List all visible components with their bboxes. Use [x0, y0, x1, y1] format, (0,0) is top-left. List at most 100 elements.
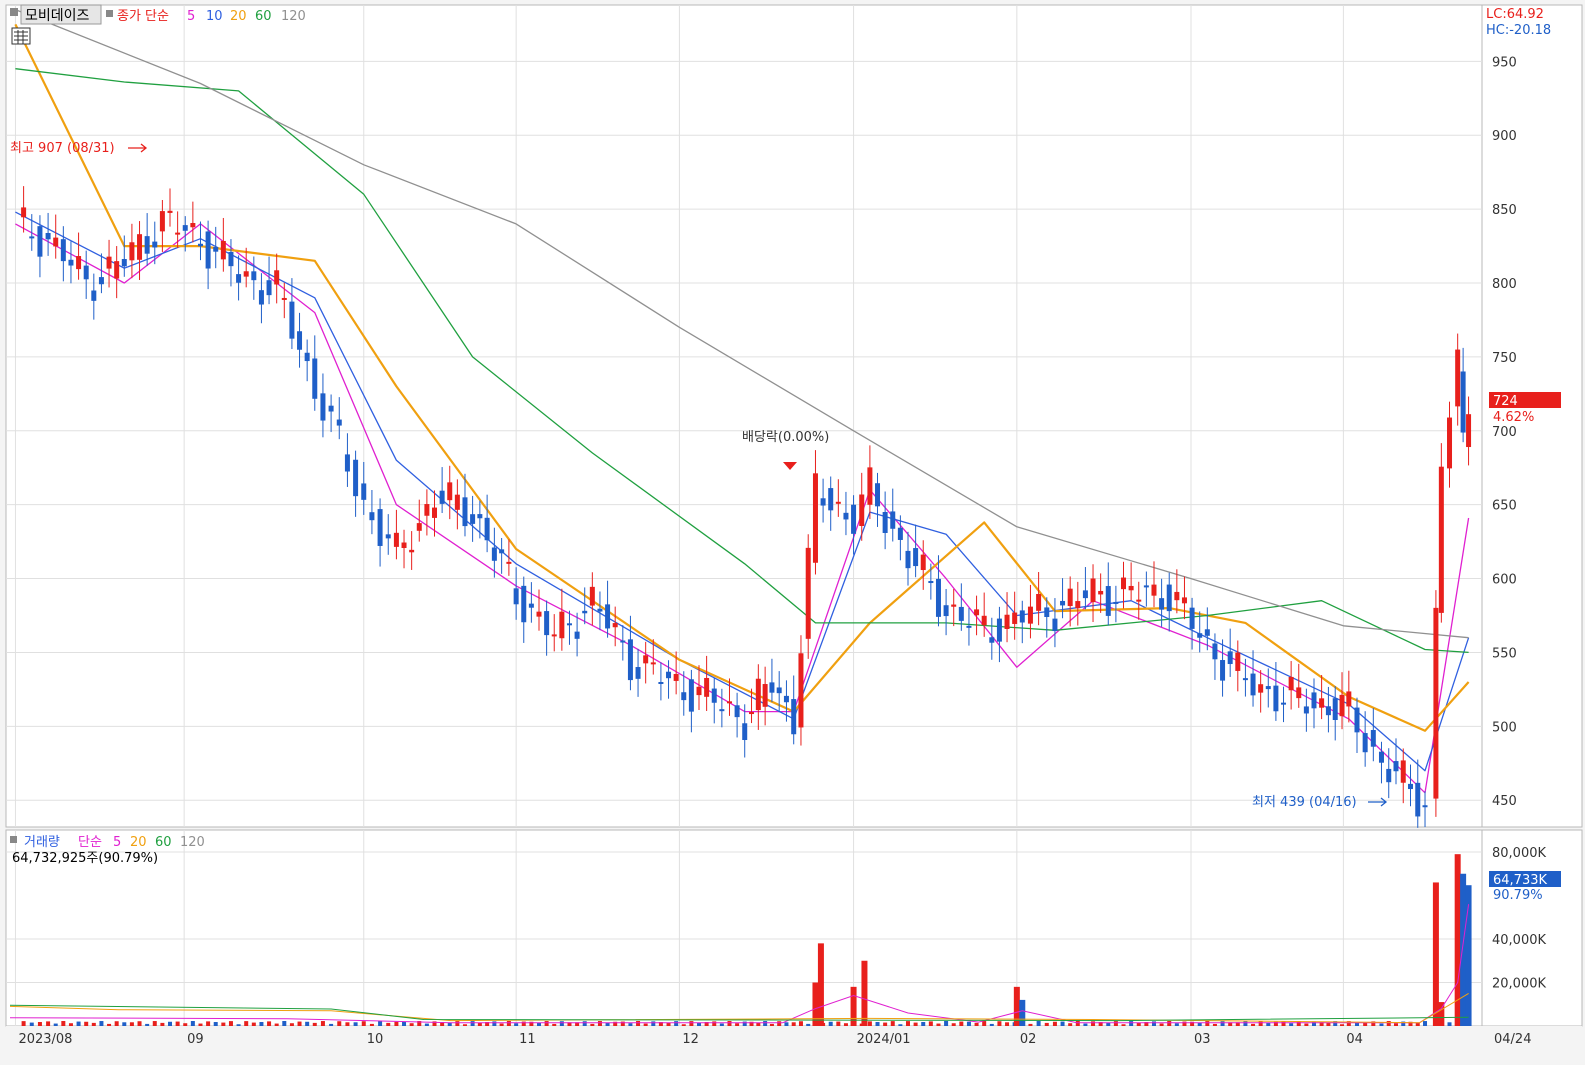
- volume-bar: [107, 1023, 112, 1026]
- candle-body: [935, 578, 941, 617]
- candle-body: [68, 259, 74, 266]
- volume-bar: [756, 1022, 761, 1026]
- candle-body: [197, 243, 203, 247]
- vol-legend-ma5: 5: [113, 835, 121, 850]
- candle-body: [462, 497, 468, 527]
- candle-body: [98, 277, 104, 285]
- candle-body: [297, 331, 303, 350]
- candle-body: [1174, 591, 1180, 601]
- volume-bar: [455, 1021, 460, 1026]
- candle-body: [167, 210, 173, 213]
- volume-tick-label: 80,000K: [1492, 846, 1546, 861]
- candle-body: [251, 271, 257, 281]
- volume-bar: [53, 1023, 58, 1026]
- volume-bar: [221, 1022, 226, 1026]
- volume-bar: [651, 1021, 656, 1026]
- volume-bar: [905, 1021, 910, 1026]
- candle-body: [1220, 660, 1226, 681]
- date-tick-label: 2024/01: [857, 1032, 911, 1047]
- volume-bar: [84, 1021, 89, 1026]
- candle-body: [913, 548, 919, 567]
- volume-bar: [213, 1022, 218, 1026]
- candle-body: [353, 459, 359, 497]
- volume-bar: [966, 1021, 971, 1026]
- candle-body: [1159, 598, 1165, 610]
- candle-body: [1447, 417, 1453, 469]
- volume-bar: [394, 1021, 399, 1026]
- volume-bar: [843, 1023, 848, 1026]
- volume-bar: [689, 1021, 694, 1026]
- volume-tick-label: 40,000K: [1492, 933, 1546, 948]
- candle-body: [37, 226, 43, 257]
- volume-bar: [1197, 1022, 1202, 1026]
- candle-body: [1273, 685, 1279, 712]
- candle-body: [1258, 684, 1264, 693]
- volume-bar: [402, 1021, 407, 1026]
- candle-body: [851, 504, 857, 534]
- candle-body: [749, 712, 755, 715]
- candle-body: [1438, 466, 1444, 613]
- volume-bar: [1243, 1021, 1248, 1026]
- candle-body: [182, 225, 188, 231]
- volume-bar: [1083, 1023, 1088, 1026]
- volume-bar: [76, 1021, 81, 1026]
- date-tick-label: 02: [1020, 1032, 1037, 1047]
- volume-bar: [1167, 1021, 1172, 1026]
- candle-body: [454, 494, 460, 510]
- legend-ma10: 10: [206, 9, 223, 24]
- candle-body: [1067, 588, 1073, 607]
- date-tick-label: 04: [1346, 1032, 1363, 1047]
- volume-bar: [206, 1021, 211, 1026]
- price-tick-label: 800: [1492, 277, 1517, 292]
- legend-marker: [10, 8, 18, 16]
- candle-body: [220, 240, 226, 260]
- candle-body: [1204, 629, 1210, 636]
- volume-bar: [806, 1023, 811, 1026]
- candle-body: [1362, 733, 1368, 753]
- legend-ma60: 60: [255, 9, 272, 24]
- volume-bar: [29, 1022, 34, 1026]
- candle-body: [1422, 805, 1428, 808]
- volume-bar: [91, 1022, 96, 1026]
- volume-bar: [719, 1023, 724, 1026]
- candle-body: [513, 588, 519, 605]
- candle-body: [289, 301, 295, 339]
- candle-body: [1354, 707, 1360, 733]
- candle-body: [1036, 593, 1042, 611]
- volume-bar: [1174, 1023, 1179, 1026]
- price-tick-label: 550: [1492, 646, 1517, 661]
- candle-body: [574, 631, 580, 639]
- volume-panel[interactable]: [5, 829, 1483, 1027]
- vol-legend-ma120: 120: [180, 835, 205, 850]
- candle-body: [1408, 783, 1414, 790]
- volume-bar: [1052, 1021, 1057, 1026]
- candle-body: [106, 256, 112, 269]
- candle-body: [536, 611, 542, 617]
- candle-body: [432, 507, 438, 518]
- volume-bar: [681, 1024, 686, 1026]
- volume-bar: [312, 1022, 317, 1026]
- volume-bar: [812, 982, 819, 1026]
- volume-bar: [259, 1022, 264, 1026]
- lc-value: LC:64.92: [1486, 7, 1544, 22]
- candle-body: [769, 682, 775, 693]
- candle-body: [1235, 652, 1241, 671]
- volume-bar: [1028, 1023, 1033, 1026]
- candle-body: [928, 581, 934, 584]
- candle-body: [29, 236, 35, 239]
- volume-bar: [320, 1021, 325, 1026]
- vol-legend-ma60: 60: [155, 835, 172, 850]
- candle-body: [711, 688, 717, 703]
- candle-body: [175, 232, 181, 235]
- current-volume-change: 90.79%: [1493, 888, 1543, 903]
- candle-body: [243, 271, 249, 277]
- volume-bar: [183, 1023, 188, 1026]
- volume-bar: [1151, 1021, 1156, 1026]
- volume-bar: [361, 1021, 366, 1026]
- stock-chart[interactable]: 450 500 550 600 650 700 750 800 850 900 950 20,000K…: [0, 0, 1585, 1065]
- candle-body: [791, 699, 797, 735]
- date-tick-label: 2023/08: [18, 1032, 72, 1047]
- candle-body: [1004, 614, 1010, 629]
- current-volume: 64,733K: [1493, 873, 1547, 888]
- candle-body: [477, 514, 483, 519]
